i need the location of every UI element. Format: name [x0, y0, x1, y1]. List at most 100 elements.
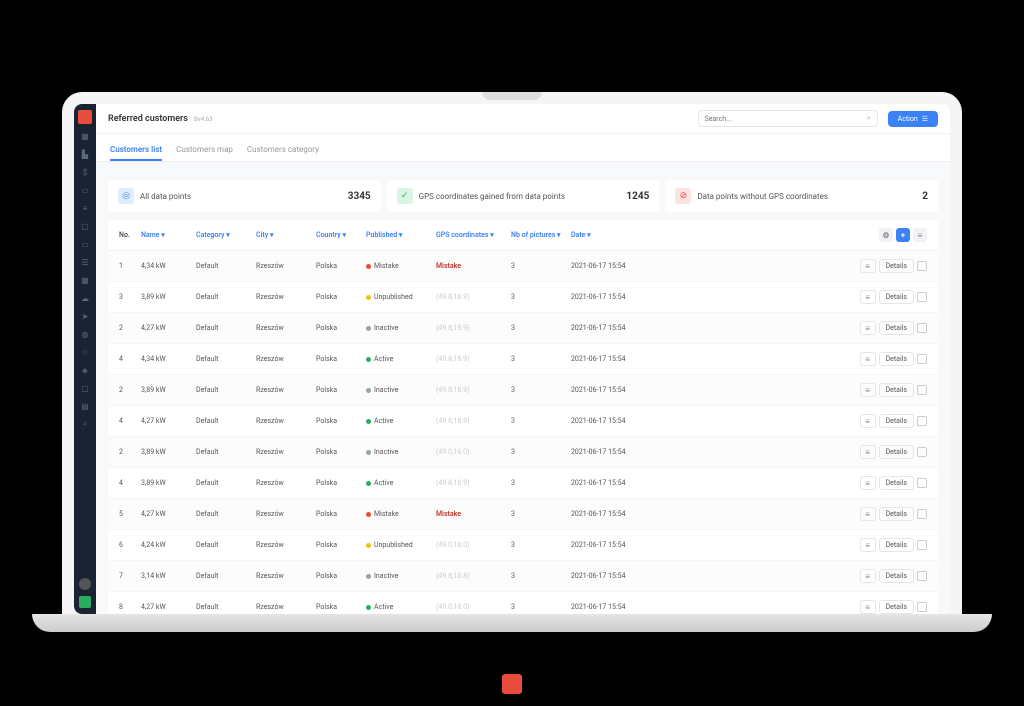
table-row[interactable]: 2 3,89 kW Default Rzeszów Polska Inactiv…: [108, 437, 938, 468]
nav-dollar-icon[interactable]: $: [79, 166, 91, 178]
row-menu-icon[interactable]: ≡: [860, 290, 876, 304]
col-pictures[interactable]: Nb of pictures ▾: [508, 229, 568, 241]
cell-pictures: 3: [508, 508, 568, 520]
row-menu-icon[interactable]: ≡: [860, 476, 876, 490]
row-menu-icon[interactable]: ≡: [860, 414, 876, 428]
col-country[interactable]: Country ▾: [313, 229, 363, 241]
nav-dashboard-icon[interactable]: ▦: [79, 130, 91, 142]
row-checkbox[interactable]: [917, 292, 927, 302]
cell-pictures: 3: [508, 601, 568, 613]
row-checkbox[interactable]: [917, 447, 927, 457]
details-button[interactable]: Details: [879, 259, 914, 273]
nav-globe-icon[interactable]: ◍: [79, 328, 91, 340]
row-menu-icon[interactable]: ≡: [860, 259, 876, 273]
nav-card-icon[interactable]: ▭: [79, 238, 91, 250]
table-row[interactable]: 7 3,14 kW Default Rzeszów Polska Inactiv…: [108, 561, 938, 592]
nav-grid-icon[interactable]: ▦: [79, 274, 91, 286]
laptop-notch: [482, 92, 542, 100]
col-published[interactable]: Published ▾: [363, 229, 433, 241]
table-row[interactable]: 6 4,24 kW Default Rzeszów Polska Unpubli…: [108, 530, 938, 561]
col-date[interactable]: Date ▾: [568, 229, 648, 241]
cell-actions: ≡ Details: [648, 350, 930, 368]
table-row[interactable]: 1 4,34 kW Default Rzeszów Polska Mistake…: [108, 251, 938, 282]
user-avatar[interactable]: [79, 578, 91, 590]
customers-table: No. Name ▾ Category ▾ City ▾ Country ▾ P…: [108, 220, 938, 614]
table-row[interactable]: 3 3,89 kW Default Rzeszów Polska Unpubli…: [108, 282, 938, 313]
row-checkbox[interactable]: [917, 602, 927, 612]
col-city[interactable]: City ▾: [253, 229, 313, 241]
cell-category: Default: [193, 415, 253, 427]
status-dot: [366, 264, 371, 269]
action-button[interactable]: Action ☰: [888, 111, 938, 127]
table-row[interactable]: 4 4,27 kW Default Rzeszów Polska Active …: [108, 406, 938, 437]
nav-layers-icon[interactable]: ≡: [79, 202, 91, 214]
nav-send-icon[interactable]: ➤: [79, 310, 91, 322]
row-checkbox[interactable]: [917, 354, 927, 364]
row-menu-icon[interactable]: ≡: [860, 352, 876, 366]
table-row[interactable]: 4 3,89 kW Default Rzeszów Polska Active …: [108, 468, 938, 499]
row-menu-icon[interactable]: ≡: [860, 507, 876, 521]
status-indicator[interactable]: [79, 596, 91, 608]
table-body: 1 4,34 kW Default Rzeszów Polska Mistake…: [108, 251, 938, 614]
nav-folder-icon[interactable]: ▭: [79, 184, 91, 196]
details-button[interactable]: Details: [879, 352, 914, 366]
cell-country: Polska: [313, 570, 363, 582]
row-menu-icon[interactable]: ≡: [860, 569, 876, 583]
details-button[interactable]: Details: [879, 445, 914, 459]
view-list-icon[interactable]: ≡: [913, 228, 927, 242]
details-button[interactable]: Details: [879, 600, 914, 614]
nav-cloud-icon[interactable]: ☁: [79, 292, 91, 304]
cell-published: Inactive: [363, 446, 433, 458]
col-category[interactable]: Category ▾: [193, 229, 253, 241]
details-button[interactable]: Details: [879, 321, 914, 335]
nav-chart-icon[interactable]: ▙: [79, 148, 91, 160]
table-row[interactable]: 8 4,27 kW Default Rzeszów Polska Active …: [108, 592, 938, 614]
search-input[interactable]: [705, 115, 867, 123]
table-row[interactable]: 5 4,27 kW Default Rzeszów Polska Mistake…: [108, 499, 938, 530]
row-checkbox[interactable]: [917, 540, 927, 550]
tab-customers-map[interactable]: Customers map: [176, 140, 233, 161]
add-button[interactable]: +: [896, 228, 910, 242]
details-button[interactable]: Details: [879, 538, 914, 552]
search-box[interactable]: ⌕: [698, 110, 878, 127]
details-button[interactable]: Details: [879, 383, 914, 397]
col-name[interactable]: Name ▾: [138, 229, 193, 241]
details-button[interactable]: Details: [879, 414, 914, 428]
nav-doc-icon[interactable]: ▤: [79, 400, 91, 412]
cell-category: Default: [193, 322, 253, 334]
tab-customers-list[interactable]: Customers list: [110, 140, 162, 161]
details-button[interactable]: Details: [879, 569, 914, 583]
row-checkbox[interactable]: [917, 478, 927, 488]
row-checkbox[interactable]: [917, 261, 927, 271]
row-checkbox[interactable]: [917, 509, 927, 519]
row-menu-icon[interactable]: ≡: [860, 600, 876, 614]
row-menu-icon[interactable]: ≡: [860, 383, 876, 397]
nav-search-icon[interactable]: ⌕: [79, 418, 91, 430]
tab-customers-category[interactable]: Customers category: [247, 140, 319, 161]
col-gps[interactable]: GPS coordinates ▾: [433, 229, 508, 241]
cell-published: Unpublished: [363, 539, 433, 551]
action-label: Action: [898, 115, 918, 123]
nav-tag-icon[interactable]: ◈: [79, 364, 91, 376]
nav-monitor-icon[interactable]: ▢: [79, 382, 91, 394]
table-row[interactable]: 2 4,27 kW Default Rzeszów Polska Inactiv…: [108, 313, 938, 344]
details-button[interactable]: Details: [879, 507, 914, 521]
settings-icon[interactable]: ⚙: [879, 228, 893, 242]
details-button[interactable]: Details: [879, 290, 914, 304]
row-menu-icon[interactable]: ≡: [860, 538, 876, 552]
nav-box-icon[interactable]: ▢: [79, 220, 91, 232]
cell-date: 2021-06-17 15:54: [568, 570, 648, 582]
table-row[interactable]: 4 4,34 kW Default Rzeszów Polska Active …: [108, 344, 938, 375]
row-checkbox[interactable]: [917, 416, 927, 426]
row-checkbox[interactable]: [917, 323, 927, 333]
details-button[interactable]: Details: [879, 476, 914, 490]
table-row[interactable]: 2 3,89 kW Default Rzeszów Polska Inactiv…: [108, 375, 938, 406]
nav-star-icon[interactable]: ☆: [79, 346, 91, 358]
row-menu-icon[interactable]: ≡: [860, 321, 876, 335]
nav-list-icon[interactable]: ☰: [79, 256, 91, 268]
row-checkbox[interactable]: [917, 385, 927, 395]
row-menu-icon[interactable]: ≡: [860, 445, 876, 459]
row-checkbox[interactable]: [917, 571, 927, 581]
cell-actions: ≡ Details: [648, 443, 930, 461]
app-logo[interactable]: [78, 110, 92, 124]
